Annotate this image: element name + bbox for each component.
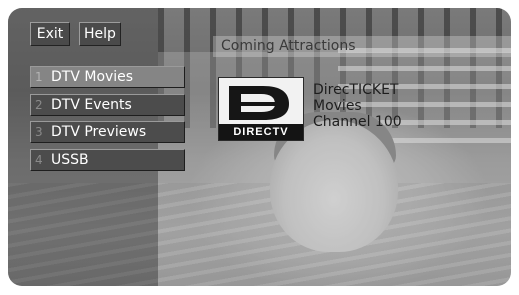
- channel-info: DirecTICKET Movies Channel 100: [313, 82, 402, 130]
- info-line-1: DirecTICKET: [313, 82, 399, 98]
- page-title: Coming Attractions: [221, 38, 356, 54]
- menu-item-dtv-events[interactable]: 2 DTV Events: [30, 94, 185, 116]
- menu-item-number: 2: [35, 98, 43, 112]
- directv-logo-text: DIRECTV: [219, 124, 303, 140]
- help-button[interactable]: Help: [79, 22, 121, 46]
- info-line-2: Movies: [313, 98, 362, 114]
- menu-item-number: 3: [35, 125, 43, 139]
- menu-item-label: DTV Movies: [51, 69, 134, 85]
- menu-item-dtv-previews[interactable]: 3 DTV Previews: [30, 121, 185, 143]
- tv-screen: Exit Help Coming Attractions 1 DTV Movie…: [8, 8, 511, 286]
- menu-item-ussb[interactable]: 4 USSB: [30, 149, 185, 171]
- menu-item-label: DTV Events: [51, 97, 132, 113]
- menu-item-number: 1: [35, 70, 43, 84]
- menu-item-number: 4: [35, 153, 43, 167]
- title-bar: Coming Attractions: [213, 36, 511, 57]
- info-line-3: Channel 100: [313, 114, 402, 130]
- directv-logo-icon: [225, 84, 297, 120]
- menu-panel: [8, 8, 158, 286]
- exit-button[interactable]: Exit: [30, 22, 70, 46]
- directv-logo: DIRECTV: [218, 77, 304, 141]
- menu-item-label: DTV Previews: [51, 124, 147, 140]
- menu-item-dtv-movies[interactable]: 1 DTV Movies: [30, 66, 185, 88]
- menu-item-label: USSB: [51, 152, 89, 168]
